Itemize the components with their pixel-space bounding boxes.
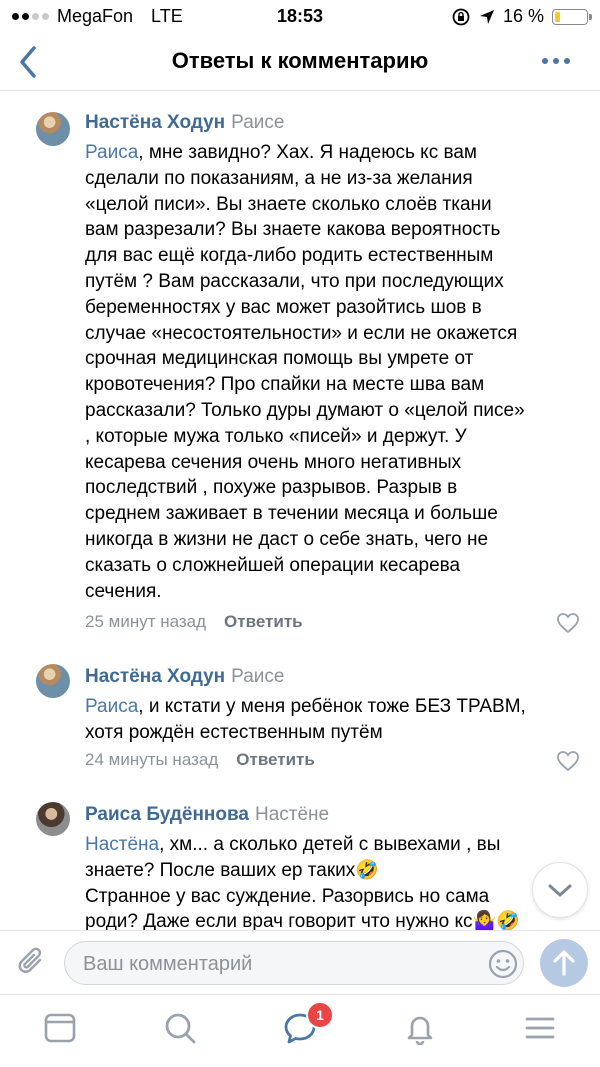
comment-text-line: знаете? После ваших ер таких🤣 <box>85 859 379 881</box>
mention-link[interactable]: Раиса <box>85 696 138 717</box>
reply-to-name[interactable]: Раисе <box>231 112 284 133</box>
comment-meta: 24 минуты назад Ответить <box>85 750 315 770</box>
bell-icon[interactable] <box>403 1011 437 1045</box>
comment-input-placeholder: Ваш комментарий <box>83 953 253 975</box>
comment-text-line: последствий , похуже разрывов. Разрыв в <box>85 477 458 499</box>
comment-text: Настёна, хм... а сколько детей с вывехам… <box>85 832 585 930</box>
reply-to-name[interactable]: Раисе <box>231 666 284 687</box>
arrow-up-icon <box>553 950 575 976</box>
comment-text-line: рассказали? Только дуры думают о «целой … <box>85 399 525 421</box>
location-arrow-icon <box>479 9 494 24</box>
comment-input[interactable]: Ваш комментарий <box>64 941 524 985</box>
messages-badge: 1 <box>306 1001 334 1029</box>
comment-text-line: для вас ещё когда-либо родить естественн… <box>85 245 494 267</box>
comment-text-line: роди? Даже если врач говорит что нужно к… <box>85 911 520 930</box>
comment-text-line: вам разрезали? Вы знаете какова вероятно… <box>85 219 501 241</box>
comment-text-line: никогда в жизни не даст о себе знать, че… <box>85 528 489 550</box>
comment-text-line: беременностях у вас может разойтись шов … <box>85 296 482 318</box>
navigation-bar: Ответы к комментарию <box>0 34 600 91</box>
comment-header: Раиса Будённова Настёне <box>85 804 329 826</box>
battery-percent: 16 % <box>502 6 544 26</box>
comment-text-line: , мне завидно? Хах. Я надеюсь кс вам <box>138 142 477 163</box>
avatar[interactable] <box>36 664 70 698</box>
comment-composer: Ваш комментарий <box>0 930 600 995</box>
comment-time: 25 минут назад <box>85 612 207 631</box>
comment-text-line: среднем заживает в течении месяца и боль… <box>85 503 498 525</box>
reply-button[interactable]: Ответить <box>224 612 303 631</box>
author-name[interactable]: Раиса Будённова <box>85 804 249 825</box>
comment-text: Раиса, и кстати у меня ребёнок тоже БЕЗ … <box>85 694 585 746</box>
orientation-lock-icon <box>452 8 470 25</box>
comment-item: Раиса Будённова Настёне Настёна, хм... а … <box>0 800 600 930</box>
comment-meta: 25 минут назад Ответить <box>85 612 303 632</box>
more-dots-icon[interactable] <box>542 58 570 64</box>
search-icon[interactable] <box>163 1011 197 1045</box>
comment-text: Раиса, мне завидно? Хах. Я надеюсь кс ва… <box>85 140 585 604</box>
comment-text-line: «целой писи». Вы знаете сколько слоёв тк… <box>85 193 492 215</box>
author-name[interactable]: Настёна Ходун <box>85 112 225 133</box>
comment-header: Настёна Ходун Раисе <box>85 666 284 688</box>
comment-header: Настёна Ходун Раисе <box>85 112 284 134</box>
reply-to-name[interactable]: Настёне <box>255 804 329 825</box>
page-title: Ответы к комментарию <box>171 48 429 73</box>
reply-button[interactable]: Ответить <box>236 750 315 769</box>
chevron-down-icon <box>548 884 572 897</box>
news-tab-icon[interactable] <box>43 1011 77 1045</box>
menu-icon[interactable] <box>523 1011 557 1045</box>
tab-bar: 1 <box>0 994 600 1067</box>
attachment-icon[interactable] <box>16 945 48 979</box>
comment-text-line: путём ? Вам рассказали, что при последую… <box>85 270 504 292</box>
author-name[interactable]: Настёна Ходун <box>85 666 225 687</box>
comment-text-line: срочная медицинская помощь вы умрете от <box>85 348 474 370</box>
send-button[interactable] <box>540 939 588 987</box>
comment-text-line: , хм... а сколько детей с вывехами , вы <box>159 834 501 855</box>
comment-text-line: Странное у вас суждение. Разорвись но са… <box>85 885 490 907</box>
battery-icon <box>552 8 592 25</box>
heart-icon[interactable] <box>556 750 580 772</box>
mention-link[interactable]: Настёна <box>85 834 159 855</box>
comment-text-line: , которые мужа только «писей» и держут. … <box>85 425 467 447</box>
status-bar: MegaFon LTE 18:53 16 % <box>0 0 600 34</box>
scroll-down-button[interactable] <box>532 862 588 918</box>
avatar[interactable] <box>36 802 70 836</box>
mention-link[interactable]: Раиса <box>85 142 138 163</box>
comment-text-line: кесарева сечения очень много негативных <box>85 451 462 473</box>
comment-text-line: кровотечения? Про спайки на месте шва ва… <box>85 374 485 396</box>
comment-text-line: хотя рождён естественным путём <box>85 721 383 743</box>
status-right: 16 % <box>451 6 592 27</box>
comment-text-line: сечения. <box>85 580 162 602</box>
heart-icon[interactable] <box>556 612 580 634</box>
comment-text-line: случае «несостоятельности» и если не ока… <box>85 322 518 344</box>
comment-text-line: сделали по показаниям, а не из-за желани… <box>85 167 473 189</box>
avatar[interactable] <box>36 112 70 146</box>
comment-text-line: сказать о сложнейшей операции кесарева <box>85 554 461 576</box>
emoji-icon[interactable] <box>487 948 519 980</box>
comment-time: 24 минуты назад <box>85 750 219 769</box>
comment-text-line: , и кстати у меня ребёнок тоже БЕЗ ТРАВМ… <box>138 696 526 717</box>
